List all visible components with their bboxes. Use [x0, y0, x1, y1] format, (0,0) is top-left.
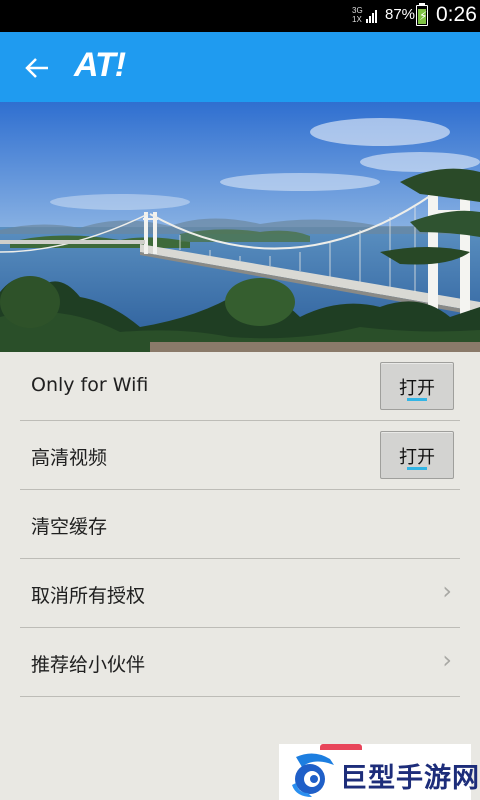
- setting-label: Only for Wifi: [31, 374, 149, 396]
- setting-revoke-auth[interactable]: 取消所有授权 ›: [20, 559, 460, 628]
- charging-bolt-icon: ⚡: [419, 9, 428, 23]
- signal-icon: [366, 10, 377, 23]
- only-wifi-toggle[interactable]: 打开: [380, 362, 454, 410]
- toggle-text: 打开: [399, 447, 435, 468]
- setting-label: 高清视频: [31, 447, 108, 469]
- watermark-logo-icon: [292, 753, 334, 797]
- setting-label: 清空缓存: [31, 516, 108, 538]
- toggle-indicator: [407, 398, 427, 401]
- hero-image: [0, 102, 480, 352]
- chevron-right-icon: ›: [442, 577, 452, 605]
- toggle-indicator: [407, 467, 427, 470]
- clock: 0:26: [436, 3, 477, 26]
- battery-percent: 87%: [385, 6, 416, 23]
- status-bar: 3G 1X 87% ⚡ 0:26: [0, 0, 480, 32]
- app-logo: AT!: [74, 46, 126, 84]
- arrow-left-icon[interactable]: [20, 52, 56, 84]
- app-bar: AT!: [0, 32, 480, 102]
- bridge-photo: [0, 102, 480, 352]
- chevron-right-icon: ›: [442, 646, 452, 674]
- watermark-text: 巨型手游网: [340, 763, 480, 794]
- hd-video-toggle[interactable]: 打开: [380, 431, 454, 479]
- setting-recommend-friends[interactable]: 推荐给小伙伴 ›: [20, 628, 460, 697]
- setting-hd-video[interactable]: 高清视频 打开: [20, 421, 460, 490]
- settings-list: Only for Wifi 打开 高清视频 打开 清空缓存 取消所有授权 › 推…: [20, 352, 460, 697]
- network-type: 3G 1X: [352, 6, 363, 24]
- setting-clear-cache[interactable]: 清空缓存: [20, 490, 460, 559]
- toggle-text: 打开: [399, 378, 435, 399]
- setting-only-wifi[interactable]: Only for Wifi 打开: [20, 352, 460, 421]
- battery-icon: ⚡: [416, 5, 428, 26]
- setting-label: 推荐给小伙伴: [31, 654, 146, 676]
- setting-label: 取消所有授权: [31, 585, 146, 607]
